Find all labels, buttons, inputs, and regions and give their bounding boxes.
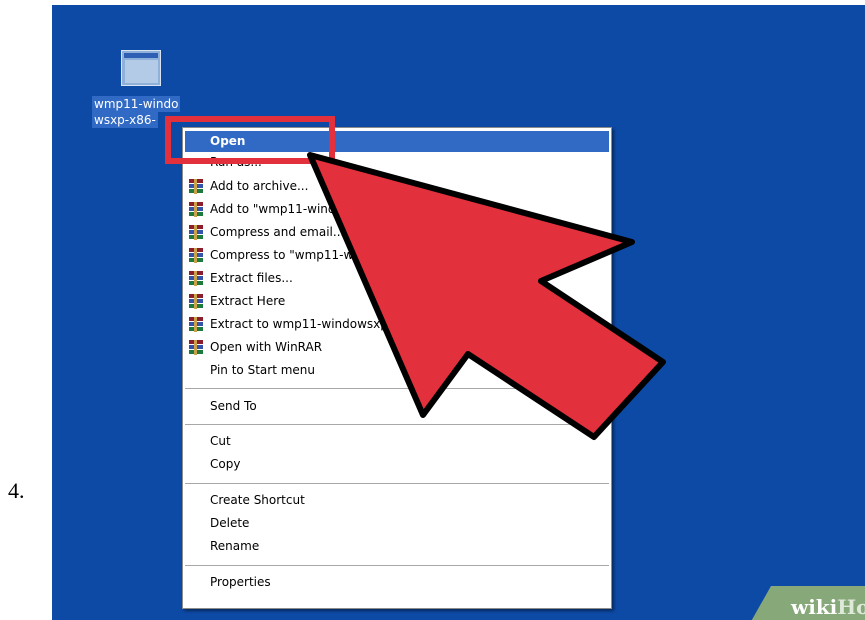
step-number: 4. [8, 478, 25, 503]
desktop: wmp11-windo wsxp-x86- Open Run as... Add… [52, 5, 865, 620]
callout-arrow-icon [307, 152, 666, 440]
svg-text:wikiHow: wikiHow [790, 595, 865, 619]
watermark-prefix: wiki [790, 595, 838, 619]
watermark-suffix: How [837, 595, 865, 619]
wikihow-watermark: wikiHow [751, 586, 865, 620]
